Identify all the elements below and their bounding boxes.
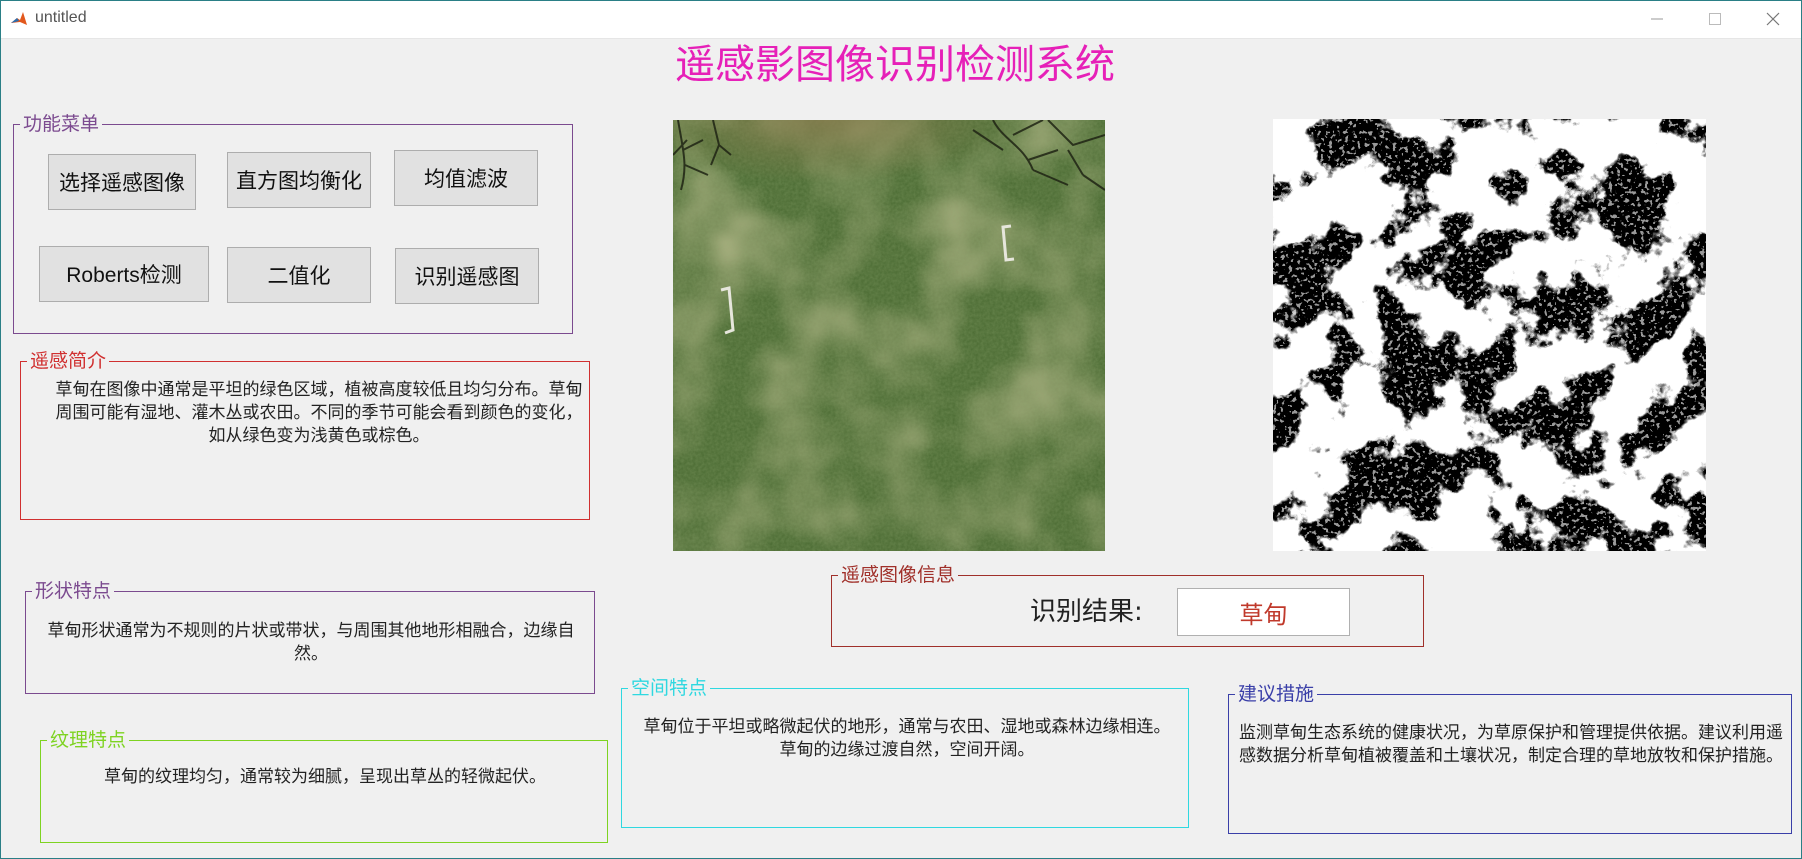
close-icon <box>1766 12 1780 26</box>
shape-panel: 形状特点 草甸形状通常为不规则的片状或带状，与周围其他地形相融合，边缘自然。 <box>25 579 595 694</box>
texture-text: 草甸的纹理均匀，通常较为细腻，呈现出草丛的轻微起伏。 <box>104 767 546 787</box>
suggest-panel-title: 建议措施 <box>1235 682 1318 706</box>
shape-text: 草甸形状通常为不规则的片状或带状，与周围其他地形相融合，边缘自然。 <box>47 621 575 664</box>
close-button[interactable] <box>1744 0 1802 38</box>
texture-panel-title: 纹理特点 <box>47 728 130 752</box>
result-field: 草甸 <box>1177 588 1350 636</box>
roberts-button[interactable]: Roberts检测 <box>39 246 209 302</box>
select-image-button[interactable]: 选择遥感图像 <box>48 154 196 210</box>
recognize-button[interactable]: 识别遥感图 <box>395 248 539 304</box>
mean-filter-button[interactable]: 均值滤波 <box>394 150 538 206</box>
spatial-text: 草甸位于平坦或略微起伏的地形，通常与农田、湿地或森林边缘相连。草甸的边缘过渡自然… <box>643 717 1171 760</box>
texture-panel: 纹理特点 草甸的纹理均匀，通常较为细腻，呈现出草丛的轻微起伏。 <box>40 728 608 843</box>
menu-panel-title: 功能菜单 <box>20 112 103 136</box>
grassland-photo <box>673 120 1105 551</box>
minimize-button[interactable] <box>1628 0 1686 38</box>
result-label: 识别结果: <box>1030 597 1143 627</box>
spatial-panel-title: 空间特点 <box>628 676 711 700</box>
binarize-button[interactable]: 二值化 <box>227 247 371 303</box>
shape-panel-title: 形状特点 <box>32 579 115 603</box>
intro-panel: 遥感简介 草甸在图像中通常是平坦的绿色区域，植被高度较低且均匀分布。草甸周围可能… <box>20 349 590 520</box>
matlab-icon <box>10 10 28 28</box>
spatial-panel: 空间特点 草甸位于平坦或略微起伏的地形，通常与农田、湿地或森林边缘相连。草甸的边… <box>621 676 1189 828</box>
binarized-result <box>1273 119 1706 551</box>
app-title: 遥感影图像识别检测系统 <box>675 42 1115 88</box>
maximize-button[interactable] <box>1686 0 1744 38</box>
suggest-panel: 建议措施 监测草甸生态系统的健康状况，为草原保护和管理提供依据。建议利用遥感数据… <box>1228 682 1792 834</box>
intro-panel-title: 遥感简介 <box>27 349 110 373</box>
histeq-button[interactable]: 直方图均衡化 <box>227 152 371 208</box>
window-titlebar: untitled <box>0 0 1802 39</box>
window-title: untitled <box>35 9 87 26</box>
binary-image <box>1273 119 1706 551</box>
intro-text: 草甸在图像中通常是平坦的绿色区域，植被高度较低且均匀分布。草甸周围可能有湿地、灌… <box>55 380 583 446</box>
original-image <box>673 120 1105 551</box>
suggest-text: 监测草甸生态系统的健康状况，为草原保护和管理提供依据。建议利用遥感数据分析草甸植… <box>1239 723 1783 766</box>
info-panel-title: 遥感图像信息 <box>838 563 959 587</box>
